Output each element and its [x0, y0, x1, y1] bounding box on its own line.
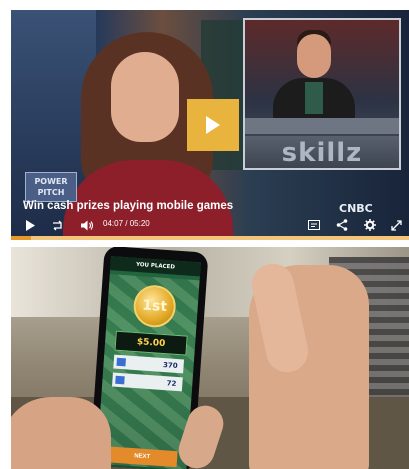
replay-icon [52, 220, 62, 230]
progress-fill [11, 236, 31, 240]
gear-icon [364, 219, 376, 231]
star-icon [115, 375, 125, 385]
time-current: 04:07 [103, 219, 124, 228]
settings-button[interactable] [363, 218, 377, 232]
captions-icon [308, 220, 320, 230]
play-icon [206, 116, 220, 134]
show-logo: POWER PITCH [25, 172, 77, 202]
news-anchor-face [111, 52, 179, 142]
screen-header: YOU PLACED [110, 256, 201, 277]
time-total: 05:20 [129, 219, 150, 228]
volume-button[interactable] [79, 218, 95, 232]
fullscreen-icon [390, 219, 402, 231]
inset-brand-logo: skillz [281, 138, 363, 168]
progress-bar[interactable] [11, 236, 409, 240]
left-hand [11, 397, 111, 469]
video-title: Win cash prizes playing mobile games [23, 200, 234, 212]
volume-icon [80, 220, 93, 230]
inset-ticker-strip [245, 118, 399, 134]
video-controls: 04:07 / 05:20 [11, 214, 409, 236]
trophy-icon [116, 357, 126, 367]
guest-inset-window: skillz [243, 18, 401, 170]
article-photo: YOU PLACED 1st $5.00 370 72 NEXT [11, 247, 409, 469]
replay-button[interactable] [49, 218, 65, 232]
time-separator: / [125, 219, 128, 228]
guest-head [297, 34, 331, 78]
video-player[interactable]: skillz POWER PITCH Win cash prizes playi… [11, 10, 409, 236]
play-button[interactable] [23, 218, 37, 232]
captions-button[interactable] [307, 218, 321, 232]
play-icon [25, 219, 35, 231]
share-button[interactable] [335, 218, 349, 232]
share-icon [336, 219, 348, 231]
play-overlay-button[interactable] [187, 99, 239, 151]
fullscreen-button[interactable] [389, 218, 403, 232]
guest-shirt [305, 82, 323, 114]
